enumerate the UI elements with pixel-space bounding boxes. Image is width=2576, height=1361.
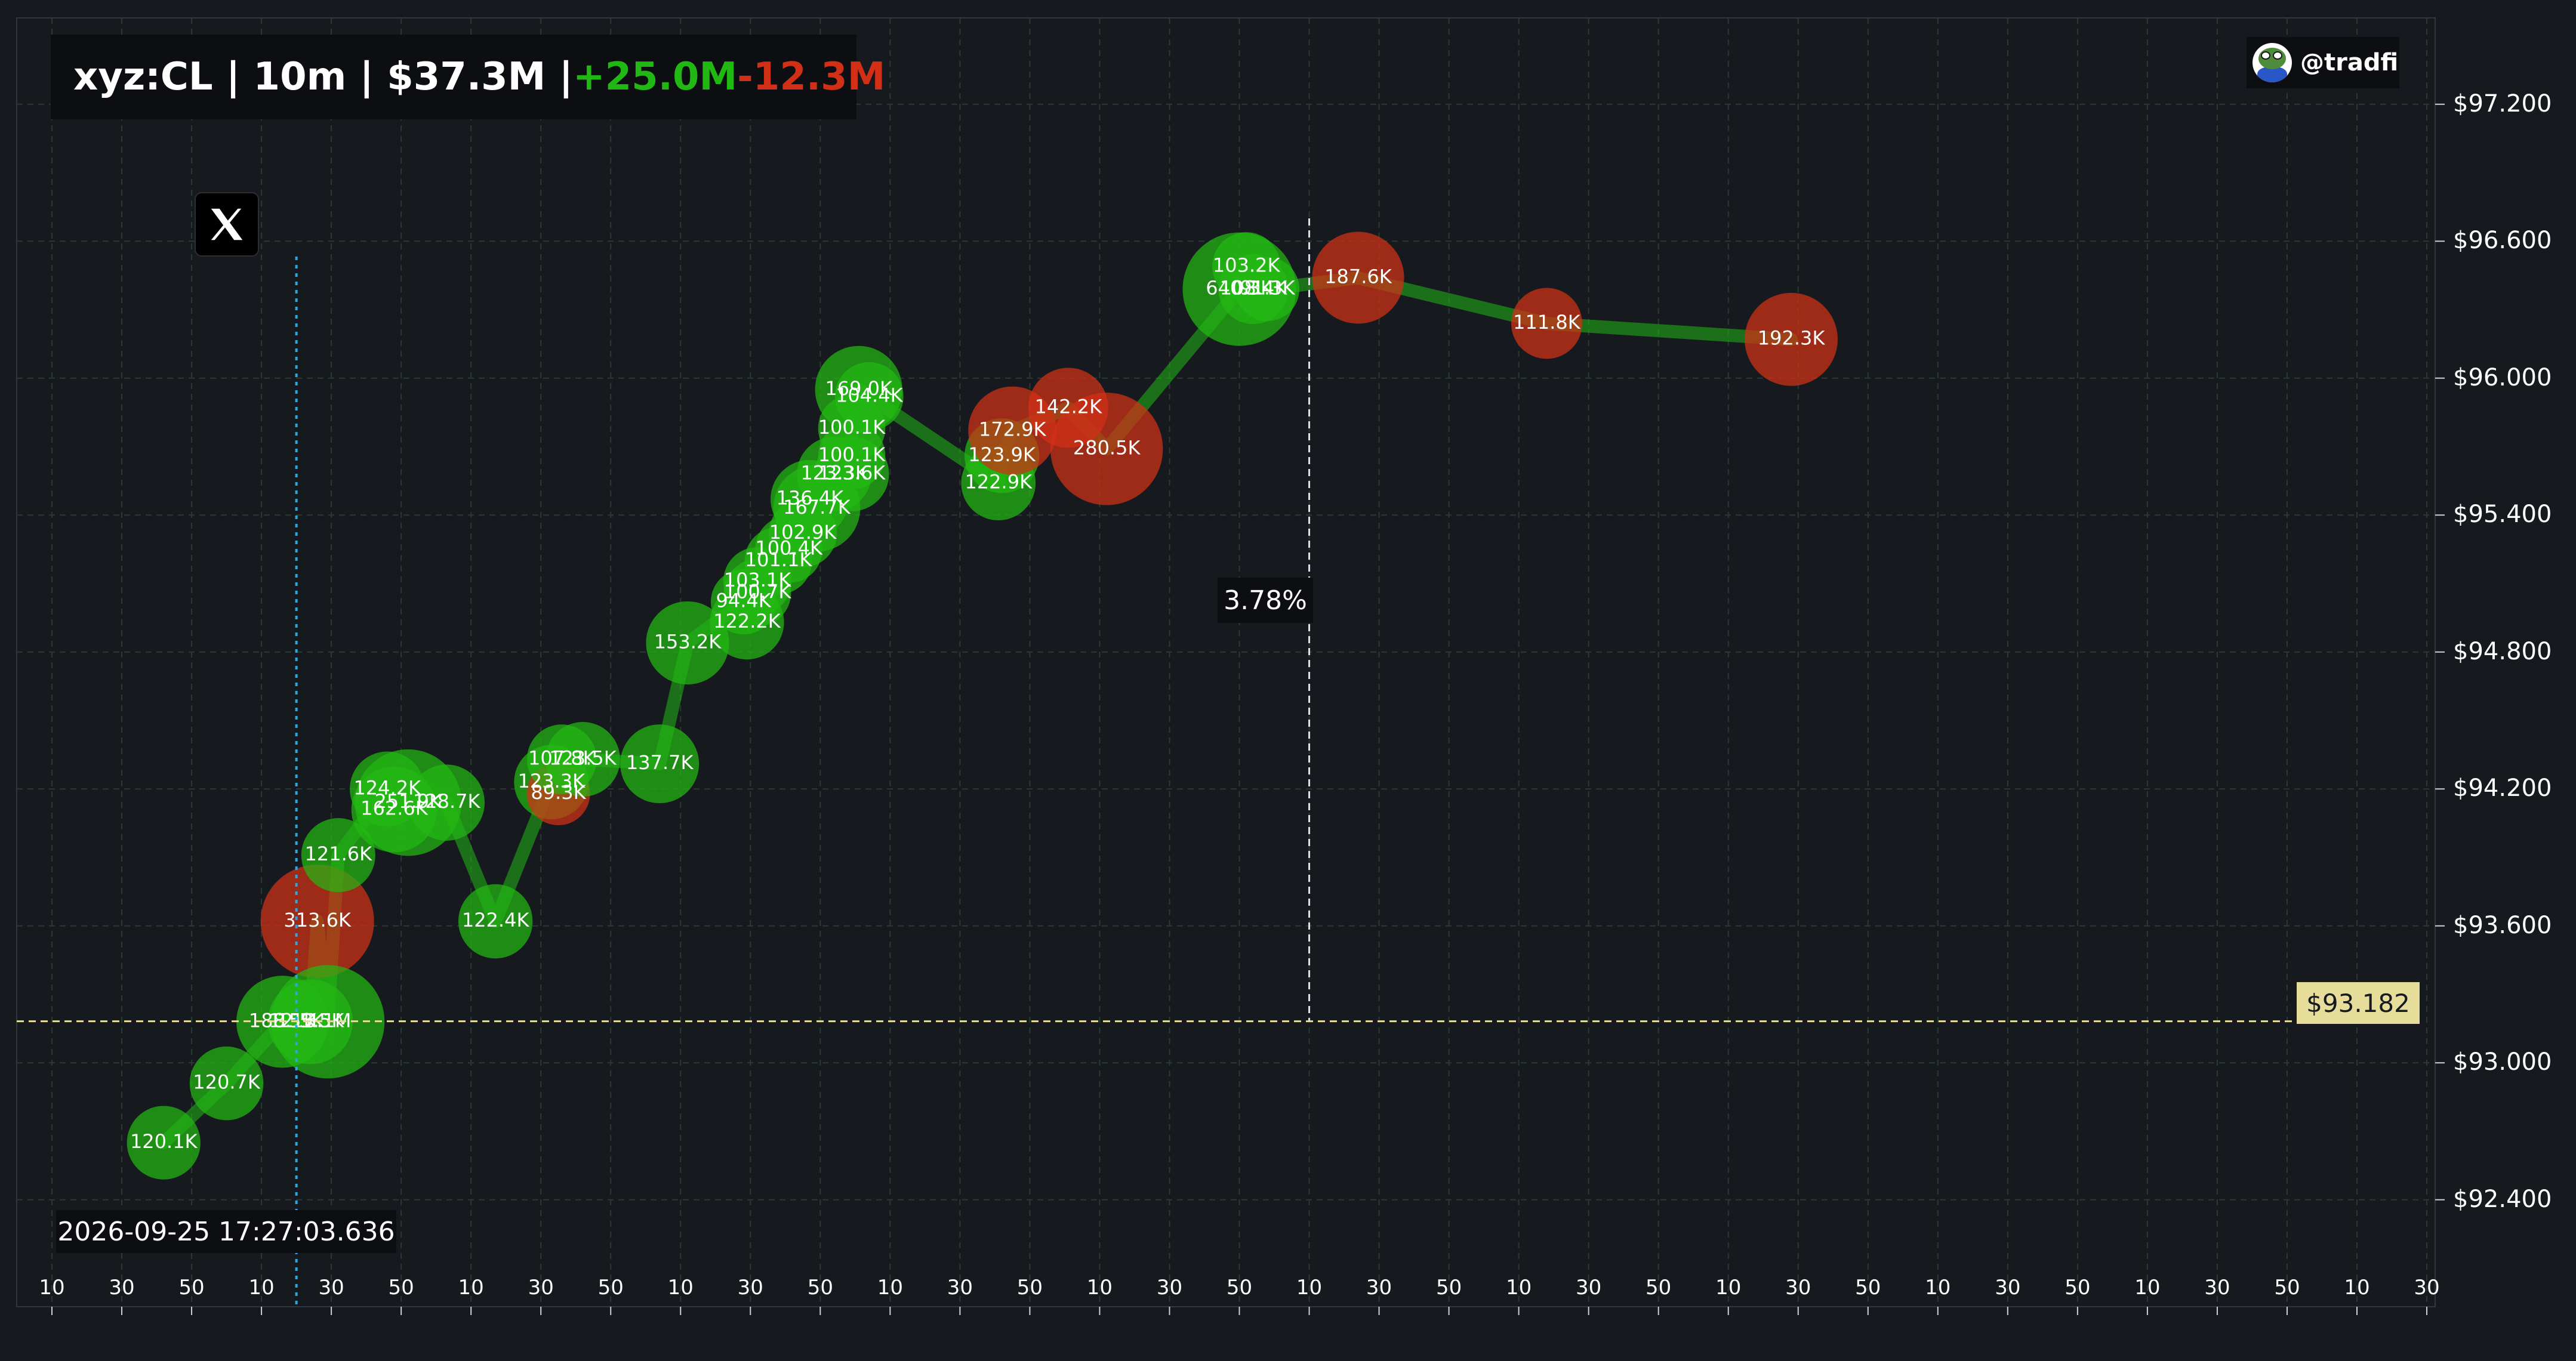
x-tick-label: 50 (388, 1276, 414, 1300)
x-tick-label: 10 (1505, 1276, 1532, 1300)
y-tick-label: $93.000 (2453, 1048, 2552, 1076)
x-tick-label: 10 (2134, 1276, 2161, 1300)
trade-size-label: 111.8K (1513, 311, 1581, 334)
title-sell-total: -12.3M (737, 55, 886, 99)
trade-size-label: 128.7K (413, 790, 481, 813)
x-tick-label: 10 (667, 1276, 694, 1300)
x-tick-label: 30 (1995, 1276, 2021, 1300)
x-tick-label: 50 (1855, 1276, 1881, 1300)
y-tick-label: $94.800 (2453, 637, 2552, 665)
x-tick-label: 30 (2414, 1276, 2440, 1300)
change-percent-label: 3.78% (1218, 578, 1313, 623)
y-tick-label: $97.200 (2453, 90, 2552, 118)
x-tick-label: 30 (1366, 1276, 1392, 1300)
y-tick-label: $95.400 (2453, 501, 2552, 529)
y-tick-label: $93.600 (2453, 911, 2552, 939)
trade-size-label: 187.6K (1324, 265, 1392, 288)
x-tick-label: 30 (2204, 1276, 2230, 1300)
x-tick-label: 10 (1925, 1276, 1951, 1300)
trade-size-label: 100.1K (818, 443, 886, 466)
x-tick-label: 30 (1785, 1276, 1811, 1300)
x-tick-label: 50 (1435, 1276, 1462, 1300)
trade-size-label: 120.7K (193, 1071, 261, 1094)
trade-size-label: 120.1K (130, 1130, 198, 1153)
x-tick-label: 50 (1016, 1276, 1043, 1300)
current-price-tag: $93.182 (2297, 982, 2420, 1024)
x-tick-label: 10 (877, 1276, 903, 1300)
trade-size-label: 100.1K (818, 416, 886, 439)
y-tick-label: $96.000 (2453, 363, 2552, 391)
trade-size-label: 313.6K (284, 909, 352, 931)
x-tick-label: 30 (528, 1276, 554, 1300)
x-tick-label: 30 (1156, 1276, 1183, 1300)
trade-size-label: 121.6K (305, 842, 373, 865)
x-tick-label: 50 (2274, 1276, 2300, 1300)
trade-size-label: 153.2K (654, 630, 722, 653)
trade-size-label: 122.2K (713, 610, 781, 632)
x-tick-label: 10 (2344, 1276, 2370, 1300)
x-tick-label: 30 (737, 1276, 763, 1300)
trade-size-label: 123.9K (968, 443, 1036, 466)
trade-size-label: 91.3K (1240, 277, 1295, 300)
y-tick-label: $94.200 (2453, 774, 2552, 803)
y-tick-label: $92.400 (2453, 1185, 2552, 1213)
pepe-avatar-icon (2253, 43, 2292, 82)
x-tick-label: 50 (2065, 1276, 2091, 1300)
trade-size-label: 142.2K (1034, 395, 1102, 418)
x-tick-label: 10 (248, 1276, 275, 1300)
trade-size-label: 103.1K (724, 569, 792, 591)
x-tick-label: 50 (1646, 1276, 1672, 1300)
plot-area (16, 17, 2436, 1307)
bubble-chart: 120.1K120.7K188.1K12.5K159.5K3.1M313.6K1… (16, 17, 2445, 1315)
x-tick-label: 50 (807, 1276, 833, 1300)
title-buy-total: +25.0M (573, 55, 738, 99)
x-tick-label: 10 (39, 1276, 65, 1300)
x-tick-label: 30 (318, 1276, 344, 1300)
chart-title: xyz:CL | 10m | $37.3M | +25.0M -12.3M (51, 35, 885, 119)
x-tick-label: 50 (1226, 1276, 1253, 1300)
x-logo-icon[interactable] (195, 192, 259, 257)
x-tick-label: 30 (109, 1276, 135, 1300)
cursor-timestamp: 2026-09-25 17:27:03.636 (56, 1210, 396, 1253)
trade-size-label: 172.9K (979, 418, 1047, 441)
x-tick-label: 50 (178, 1276, 205, 1300)
x-tick-label: 30 (947, 1276, 973, 1300)
trade-size-label: 124.2K (353, 776, 421, 799)
x-tick-label: 50 (597, 1276, 624, 1300)
x-tick-label: 10 (1715, 1276, 1742, 1300)
trade-size-label: 123.5K (549, 747, 617, 770)
x-tick-label: 30 (1576, 1276, 1602, 1300)
trade-size-label: 89.3K (531, 781, 586, 804)
trade-size-label: 137.7K (626, 751, 694, 774)
trade-size-label: 280.5K (1073, 436, 1141, 459)
trade-size-label: 136.4K (776, 486, 844, 509)
x-tick-label: 10 (1086, 1276, 1113, 1300)
trade-size-label: 192.3K (1758, 327, 1826, 350)
x-tick-label: 10 (1296, 1276, 1323, 1300)
trade-size-label: 102.9K (769, 521, 837, 544)
y-tick-label: $96.600 (2453, 227, 2552, 255)
trade-size-label: 103.2K (1213, 254, 1281, 276)
trade-size-label: 122.4K (462, 909, 530, 931)
title-symbol: xyz:CL | 10m | $37.3M | (73, 55, 573, 99)
trade-size-label: 122.9K (965, 471, 1033, 493)
trade-size-label: 169.0K (825, 377, 893, 400)
author-handle: @tradfi (2300, 49, 2399, 76)
x-tick-label: 10 (458, 1276, 484, 1300)
author-badge: @tradfi (2247, 37, 2399, 88)
